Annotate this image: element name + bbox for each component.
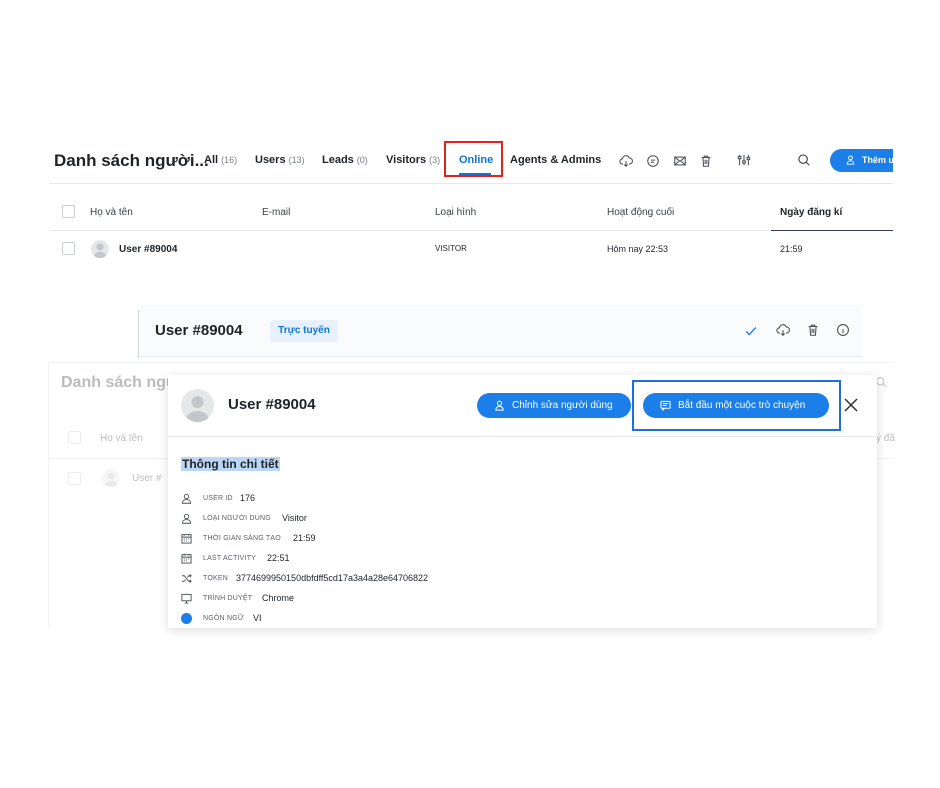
detail-value: Visitor bbox=[282, 513, 307, 523]
tab-users[interactable]: Users (13) bbox=[255, 154, 305, 166]
detail-label: USER ID bbox=[203, 495, 233, 502]
tab-visitors[interactable]: Visitors (3) bbox=[386, 154, 440, 166]
detail-value: 176 bbox=[240, 493, 256, 503]
row-type: VISITOR bbox=[435, 244, 467, 253]
background-checkbox bbox=[68, 472, 81, 485]
detail-row-user-id: USER ID 176 bbox=[181, 493, 581, 505]
detail-label: TRÌNH DUYỆT bbox=[203, 595, 253, 602]
cloud-download-icon[interactable] bbox=[619, 154, 633, 168]
background-column-header-partial: ý đă bbox=[876, 433, 895, 444]
column-header-type[interactable]: Loại hình bbox=[435, 207, 476, 218]
user-icon bbox=[181, 493, 192, 504]
edit-user-button-label: Chỉnh sửa người dùng bbox=[512, 400, 613, 411]
language-icon bbox=[181, 613, 192, 624]
user-title: User #89004 bbox=[155, 322, 243, 339]
monitor-icon bbox=[181, 593, 192, 604]
mail-icon[interactable] bbox=[673, 154, 687, 168]
edit-user-button[interactable]: Chỉnh sửa người dùng bbox=[477, 393, 631, 418]
filter-sliders-icon[interactable] bbox=[737, 153, 751, 167]
header-divider bbox=[49, 230, 771, 231]
detail-row-created: THỜI GIAN SÁNG TẠO 21:59 bbox=[181, 533, 581, 545]
tab-label: All bbox=[204, 154, 219, 166]
detail-label: LOẠI NGƯỜI DÙNG bbox=[203, 515, 271, 522]
tab-count: (0) bbox=[356, 155, 368, 165]
detail-label: THỜI GIAN SÁNG TẠO bbox=[203, 535, 281, 542]
detail-row-token: TOKEN 3774699950150dbfdff5cd17a3a4a28e64… bbox=[181, 573, 581, 585]
highlight-box-start-conversation bbox=[632, 380, 841, 431]
chat-icon[interactable] bbox=[646, 154, 660, 168]
detail-value: 3774699950150dbfdff5cd17a3a4a28e64706822 bbox=[236, 573, 429, 583]
select-all-checkbox[interactable] bbox=[62, 205, 75, 218]
calendar-icon bbox=[181, 553, 192, 564]
detail-value: Chrome bbox=[262, 593, 295, 603]
tab-count: (16) bbox=[221, 155, 238, 165]
shuffle-icon bbox=[181, 574, 192, 583]
tab-agents-admins[interactable]: Agents & Admins bbox=[510, 154, 601, 166]
add-user-button[interactable]: Thêm u bbox=[830, 149, 893, 172]
detail-row-user-type: LOẠI NGƯỜI DÙNG Visitor bbox=[181, 513, 581, 525]
detail-label: NGÔN NGỮ bbox=[203, 615, 245, 622]
column-header-email[interactable]: E-mail bbox=[262, 207, 290, 218]
tab-count: (13) bbox=[288, 155, 305, 165]
cloud-download-icon[interactable] bbox=[776, 323, 790, 337]
check-icon[interactable] bbox=[744, 324, 758, 338]
background-page-title: Danh sách ngư bbox=[61, 374, 178, 391]
status-badge: Trực tuyến bbox=[270, 320, 338, 342]
avatar bbox=[181, 389, 214, 422]
modal-title: User #89004 bbox=[228, 396, 316, 413]
tab-label: Visitors bbox=[386, 154, 427, 166]
detail-label: LAST ACTIVITY bbox=[203, 555, 257, 562]
row-checkbox[interactable] bbox=[62, 242, 75, 255]
tab-all[interactable]: All (16) bbox=[204, 154, 237, 166]
divider bbox=[168, 436, 877, 437]
close-icon[interactable] bbox=[843, 397, 859, 413]
tab-label: Leads bbox=[322, 154, 354, 166]
row-last-activity: Hôm nay 22:53 bbox=[607, 244, 669, 254]
column-header-name[interactable]: Họ và tên bbox=[90, 207, 133, 218]
tab-label: Agents & Admins bbox=[510, 154, 602, 166]
detail-label: TOKEN bbox=[203, 575, 228, 582]
background-row-name: User # bbox=[132, 473, 162, 484]
user-icon bbox=[495, 400, 504, 411]
add-user-button-label: Thêm u bbox=[862, 155, 893, 165]
avatar bbox=[91, 240, 109, 258]
detail-row-language: NGÔN NGỮ VI bbox=[181, 613, 581, 625]
column-header-registered[interactable]: Ngày đăng kí bbox=[780, 207, 842, 218]
detail-value: VI bbox=[253, 613, 262, 623]
avatar bbox=[102, 469, 120, 487]
user-icon bbox=[846, 155, 855, 165]
row-registered: 21:59 bbox=[780, 244, 803, 254]
highlight-box-online bbox=[444, 141, 503, 177]
background-column-header: Họ và tên bbox=[100, 433, 143, 444]
sorted-column-underline bbox=[771, 230, 893, 231]
calendar-icon bbox=[181, 533, 192, 544]
detail-value: 21:59 bbox=[293, 533, 316, 543]
trash-icon[interactable] bbox=[806, 323, 820, 337]
background-checkbox bbox=[68, 431, 81, 444]
divider bbox=[138, 310, 139, 358]
row-user-name[interactable]: User #89004 bbox=[119, 244, 177, 255]
column-header-last-activity[interactable]: Hoạt động cuối bbox=[607, 207, 674, 218]
divider bbox=[48, 362, 49, 628]
detail-row-browser: TRÌNH DUYỆT Chrome bbox=[181, 593, 581, 605]
user-icon bbox=[181, 513, 192, 524]
trash-icon[interactable] bbox=[699, 154, 713, 168]
search-icon[interactable] bbox=[797, 153, 811, 167]
tab-label: Users bbox=[255, 154, 286, 166]
info-icon[interactable] bbox=[836, 323, 850, 337]
tab-count: (3) bbox=[429, 155, 441, 165]
divider bbox=[49, 183, 893, 184]
divider bbox=[48, 362, 893, 363]
page-title: Danh sách người... bbox=[54, 151, 209, 170]
detail-row-last-activity: LAST ACTIVITY 22:51 bbox=[181, 553, 581, 565]
detail-value: 22:51 bbox=[267, 553, 290, 563]
section-title: Thông tin chi tiết bbox=[181, 457, 280, 471]
tab-leads[interactable]: Leads (0) bbox=[322, 154, 368, 166]
